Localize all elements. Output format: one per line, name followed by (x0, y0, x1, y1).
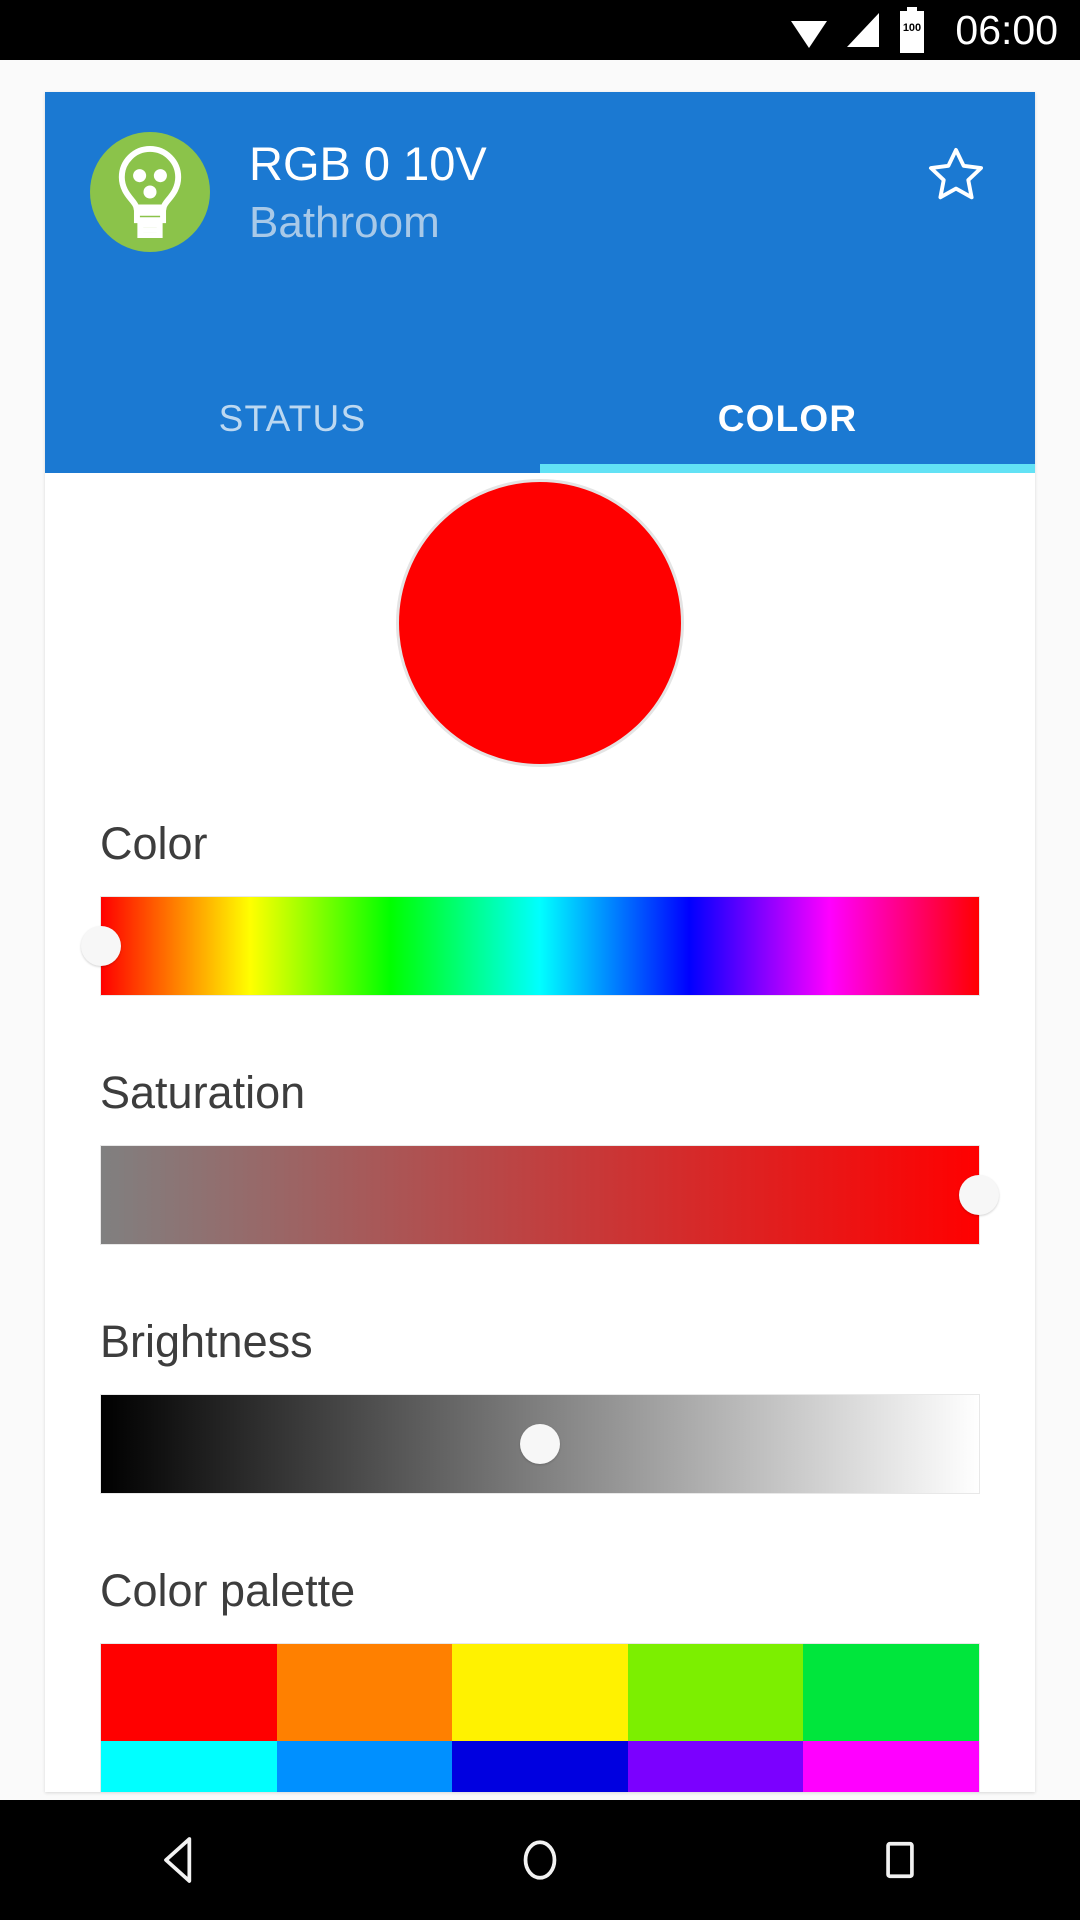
device-header: RGB 0 10V Bathroom STATUS COLOR (45, 92, 1035, 473)
color-preview-circle[interactable] (396, 479, 684, 767)
color-tab-content: Color Saturation Brightness Color palett… (45, 473, 1035, 1792)
device-header-titles: RGB 0 10V Bathroom (249, 136, 925, 249)
brightness-section: Brightness (45, 1319, 1035, 1494)
saturation-slider-thumb[interactable] (959, 1175, 999, 1215)
battery-icon: 100 (900, 7, 925, 53)
tab-active-indicator (540, 464, 1035, 473)
android-navigation-bar (0, 1800, 1080, 1920)
palette-swatch[interactable] (452, 1741, 628, 1792)
palette-swatch[interactable] (101, 1644, 277, 1741)
status-bar-icons: 100 06:00 (788, 7, 1058, 53)
room-name: Bathroom (249, 198, 440, 248)
tab-color[interactable]: COLOR (540, 365, 1035, 473)
tab-status-label: STATUS (218, 398, 367, 439)
tab-status[interactable]: STATUS (45, 365, 540, 473)
device-name: RGB 0 10V (249, 137, 487, 190)
palette-swatch[interactable] (803, 1644, 979, 1741)
saturation-section: Saturation (45, 1070, 1035, 1245)
recents-square-icon (886, 1841, 914, 1879)
avatar (90, 132, 210, 252)
color-preview-area (45, 473, 1035, 767)
hue-slider[interactable] (81, 896, 980, 996)
status-bar: 100 06:00 (0, 0, 1080, 60)
hue-label: Color (100, 818, 208, 869)
home-circle-icon (523, 1840, 557, 1880)
palette-swatch[interactable] (276, 1741, 453, 1792)
star-outline-icon (929, 148, 983, 200)
brightness-slider[interactable] (100, 1394, 980, 1494)
spacer-hue (45, 996, 1035, 1070)
back-triangle-icon (164, 1837, 192, 1883)
palette-row (101, 1644, 979, 1741)
palette-swatch[interactable] (627, 1741, 804, 1792)
nav-home-button[interactable] (450, 1800, 630, 1920)
device-header-row: RGB 0 10V Bathroom (90, 132, 995, 252)
palette-swatch[interactable] (627, 1644, 804, 1741)
wifi-icon (791, 21, 828, 48)
device-detail-card: RGB 0 10V Bathroom STATUS COLOR Color Sa… (45, 92, 1035, 1792)
palette-swatch[interactable] (101, 1741, 277, 1792)
color-palette-grid (100, 1643, 980, 1792)
palette-section: Color palette (45, 1568, 1035, 1792)
palette-swatch[interactable] (452, 1644, 628, 1741)
saturation-label: Saturation (100, 1067, 306, 1118)
lightbulb-icon (118, 146, 182, 238)
tab-bar: STATUS COLOR (45, 365, 1035, 473)
hue-section: Color (45, 821, 1035, 996)
saturation-slider[interactable] (100, 1145, 999, 1245)
palette-swatch[interactable] (803, 1741, 979, 1792)
palette-swatch[interactable] (276, 1644, 453, 1741)
hue-slider-thumb[interactable] (81, 926, 121, 966)
brightness-label: Brightness (100, 1316, 313, 1367)
spacer-saturation (45, 1245, 1035, 1319)
nav-back-button[interactable] (90, 1800, 270, 1920)
status-bar-clock: 06:00 (955, 6, 1058, 53)
palette-row (101, 1741, 979, 1792)
palette-label: Color palette (100, 1565, 356, 1616)
nav-recents-button[interactable] (810, 1800, 990, 1920)
brightness-slider-thumb[interactable] (520, 1424, 560, 1464)
svg-text:100: 100 (903, 22, 921, 34)
spacer-brightness (45, 1494, 1035, 1568)
signal-icon (847, 13, 880, 47)
tab-color-label: COLOR (717, 398, 858, 439)
favorite-button[interactable] (925, 144, 987, 211)
